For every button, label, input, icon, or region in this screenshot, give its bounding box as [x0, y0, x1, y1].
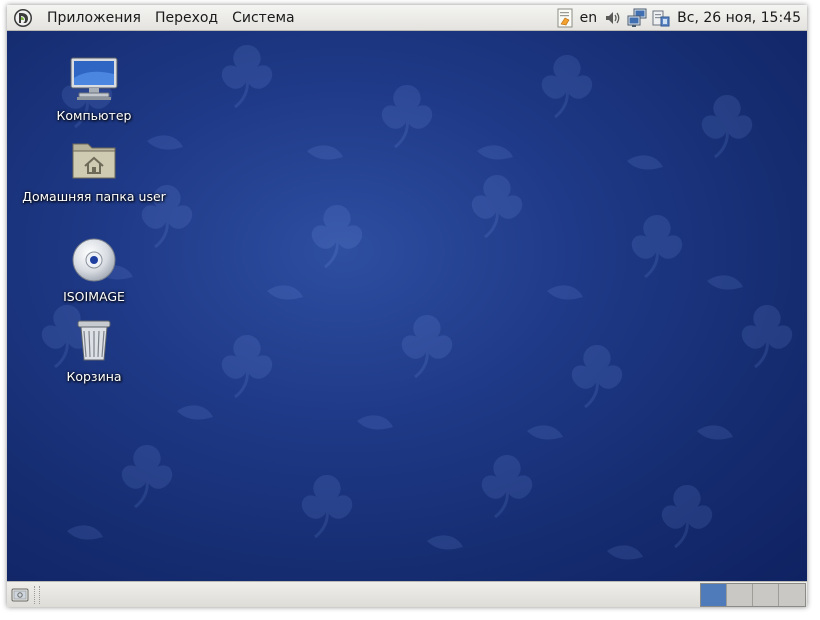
menu-places[interactable]: Переход [148, 5, 225, 31]
workspace-switcher [700, 582, 806, 607]
clock[interactable]: Вс, 26 ноя, 15:45 [677, 10, 801, 26]
desktop-icon-isoimage[interactable]: ISOIMAGE [19, 234, 169, 305]
workspace-4[interactable] [779, 583, 805, 606]
desktop: Компьютер Домашняя папка user ISOIMAGE К… [7, 31, 807, 581]
workspace-3[interactable] [753, 583, 779, 606]
system-tray: en Вс, 26 ноя, 15:45 [553, 5, 807, 31]
menu-applications[interactable]: Приложения [40, 5, 148, 31]
menu-system[interactable]: Система [225, 5, 301, 31]
update-icon[interactable] [651, 8, 671, 28]
bottom-panel [7, 581, 807, 607]
computer-icon [68, 53, 120, 105]
top-panel: Приложения Переход Система en Вс, 26 ноя… [7, 5, 807, 31]
keyboard-layout-indicator[interactable]: en [580, 10, 598, 26]
desktop-icon-home-folder[interactable]: Домашняя папка user [19, 134, 169, 205]
screen: Приложения Переход Система en Вс, 26 ноя… [7, 5, 807, 607]
notes-icon[interactable] [555, 8, 575, 28]
home-folder-icon [68, 134, 120, 186]
trash-icon [68, 314, 120, 366]
desktop-icon-computer[interactable]: Компьютер [19, 53, 169, 124]
desktop-icon-label: ISOIMAGE [63, 289, 125, 304]
cd-icon [68, 234, 120, 286]
show-desktop-icon[interactable] [10, 585, 30, 605]
workspace-2[interactable] [727, 583, 753, 606]
desktop-icon-label: Компьютер [56, 108, 132, 123]
workspace-1[interactable] [701, 583, 727, 606]
volume-icon[interactable] [603, 8, 623, 28]
desktop-icon-label: Домашняя папка user [22, 189, 166, 204]
desktop-icon-label: Корзина [66, 369, 122, 384]
network-icon[interactable] [627, 8, 647, 28]
desktop-icon-trash[interactable]: Корзина [19, 314, 169, 385]
distro-logo-icon[interactable] [12, 7, 34, 29]
panel-grip[interactable] [34, 585, 40, 604]
